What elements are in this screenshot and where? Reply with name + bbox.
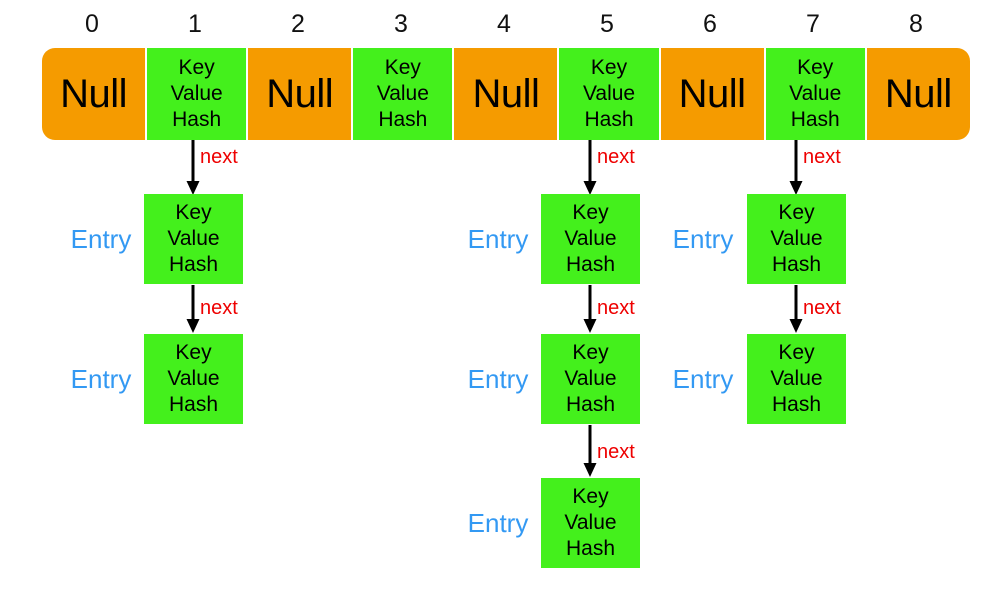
hashmap-diagram: 0 1 2 3 4 5 6 7 8 Null Key Value Hash Nu… (0, 0, 1000, 594)
bucket-cell-4[interactable]: Null (454, 48, 558, 140)
value-label: Value (167, 227, 220, 250)
bucket-index-8: 8 (909, 10, 923, 38)
bucket-array: Null Key Value Hash Null Key Value Hash … (42, 48, 970, 140)
entry-side-label-b1-r2: Entry (70, 364, 132, 394)
value-label: Value (770, 367, 823, 390)
value-label: Value (789, 82, 842, 105)
entry-side-label-b5-r3: Entry (467, 508, 529, 538)
bucket-index-0: 0 (85, 10, 99, 38)
entry-node-b7-r1[interactable]: Key Value Hash (747, 194, 846, 284)
key-label: Key (175, 341, 212, 364)
value-label: Value (167, 367, 220, 390)
arrow-entry1-to-entry2-b7 (789, 285, 803, 333)
value-label: Value (582, 82, 636, 105)
hash-label: Hash (565, 393, 616, 416)
value-label: Value (564, 367, 617, 390)
entry-node-b7-r2[interactable]: Key Value Hash (747, 334, 846, 424)
arrow-entry1-to-entry2-b1 (186, 285, 200, 333)
bucket-index-1: 1 (188, 10, 202, 38)
hash-label: Hash (565, 253, 616, 276)
bucket-index-3: 3 (394, 10, 408, 38)
key-label: Key (797, 56, 834, 79)
arrow-entry1-to-entry2-b5 (583, 285, 597, 333)
bucket-cell-6[interactable]: Null (660, 48, 764, 140)
next-label-b5-r1: next (597, 297, 635, 319)
value-label: Value (376, 82, 429, 105)
hash-label: Hash (771, 253, 822, 276)
key-label: Key (572, 485, 609, 508)
key-label: Key (572, 201, 609, 224)
key-label: Key (778, 341, 815, 364)
entry-node-b5-r2[interactable]: Key Value Hash (541, 334, 640, 424)
hash-label: Hash (771, 393, 822, 416)
bucket-cell-7[interactable]: Key Value Hash (763, 48, 867, 140)
hash-label: Hash (172, 108, 222, 131)
hash-label: Hash (378, 108, 428, 131)
key-label: Key (178, 56, 215, 79)
key-label: Key (778, 201, 815, 224)
entry-side-label-b5-r1: Entry (467, 224, 529, 254)
next-label-bucket1: next (200, 146, 238, 168)
hash-label: Hash (584, 108, 634, 131)
bucket-index-2: 2 (291, 10, 305, 38)
next-label-b5-r2: next (597, 441, 635, 463)
value-label: Value (564, 227, 617, 250)
arrow-bucket5-to-entry1 (583, 140, 597, 195)
entry-side-label-b1-r1: Entry (70, 224, 132, 254)
value-label: Value (170, 82, 223, 105)
key-label: Key (590, 56, 628, 79)
bucket-index-4: 4 (497, 10, 511, 38)
entry-side-label-b7-r2: Entry (672, 364, 734, 394)
arrow-bucket1-to-entry1 (186, 140, 200, 195)
bucket-null-label: Null (60, 72, 127, 116)
bucket-null-label: Null (678, 72, 746, 116)
next-label-b1-r1: next (200, 297, 238, 319)
value-label: Value (564, 511, 617, 534)
entry-node-b1-r1[interactable]: Key Value Hash (144, 194, 243, 284)
bucket-null-label: Null (266, 72, 334, 116)
key-label: Key (384, 56, 421, 79)
entry-node-b5-r1[interactable]: Key Value Hash (541, 194, 640, 284)
bucket-index-7: 7 (806, 10, 820, 38)
arrow-entry2-to-entry3-b5 (583, 425, 597, 477)
hash-label: Hash (565, 537, 616, 560)
entry-side-label-b7-r1: Entry (672, 224, 734, 254)
hash-label: Hash (790, 108, 840, 131)
bucket-null-label: Null (884, 72, 952, 116)
entry-node-b1-r2[interactable]: Key Value Hash (144, 334, 243, 424)
bucket-cell-8[interactable]: Null (866, 48, 970, 140)
arrow-bucket7-to-entry1 (789, 140, 803, 195)
next-label-bucket7: next (803, 146, 841, 168)
next-label-b7-r1: next (803, 297, 841, 319)
key-label: Key (572, 341, 609, 364)
bucket-index-5: 5 (600, 10, 614, 38)
entry-node-b5-r3[interactable]: Key Value Hash (541, 478, 640, 568)
value-label: Value (770, 227, 823, 250)
hash-label: Hash (168, 393, 219, 416)
bucket-cell-5[interactable]: Key Value Hash (557, 48, 661, 140)
bucket-cell-2[interactable]: Null (248, 48, 352, 140)
bucket-cell-3[interactable]: Key Value Hash (351, 48, 455, 140)
entry-side-label-b5-r2: Entry (467, 364, 529, 394)
bucket-cell-0[interactable]: Null (42, 48, 146, 140)
hash-label: Hash (168, 253, 219, 276)
bucket-index-6: 6 (703, 10, 717, 38)
bucket-null-label: Null (472, 72, 540, 116)
bucket-cell-1[interactable]: Key Value Hash (145, 48, 249, 140)
next-label-bucket5: next (597, 146, 635, 168)
key-label: Key (175, 201, 212, 224)
